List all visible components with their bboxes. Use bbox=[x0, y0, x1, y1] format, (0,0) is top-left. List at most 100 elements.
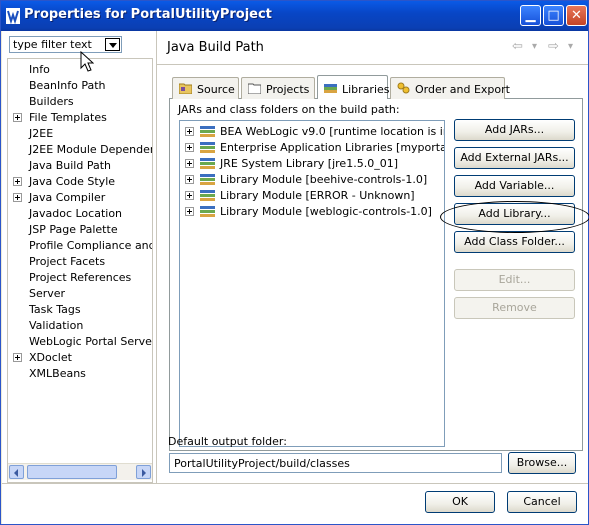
tree-item-label: XDoclet bbox=[29, 351, 72, 364]
forward-dropdown-icon[interactable]: ▾ bbox=[568, 41, 573, 52]
maximize-button[interactable]: □ bbox=[543, 5, 564, 26]
arrow-left-icon bbox=[14, 469, 18, 477]
list-item-label: Library Module [beehive-controls-1.0] bbox=[220, 173, 428, 186]
library-icon bbox=[200, 142, 215, 153]
libraries-list[interactable]: BEA WebLogic v9.0 [runtime location is i… bbox=[179, 120, 445, 447]
expand-icon[interactable] bbox=[13, 177, 22, 186]
output-folder-label: Default output folder: bbox=[168, 435, 287, 448]
tree-horizontal-scrollbar[interactable] bbox=[8, 463, 152, 480]
list-item-label: JRE System Library [jre1.5.0_01] bbox=[220, 157, 398, 170]
tree-item-label: Task Tags bbox=[29, 303, 81, 316]
tree-item-label: File Templates bbox=[29, 111, 107, 124]
tree-item-label: J2EE Module Dependencie bbox=[29, 143, 152, 156]
tree-item-label: Builders bbox=[29, 95, 74, 108]
library-icon bbox=[200, 158, 215, 169]
tree-item-label: Validation bbox=[29, 319, 84, 332]
tree-item-label: J2EE bbox=[29, 127, 54, 140]
cancel-button[interactable]: Cancel bbox=[507, 491, 577, 513]
tree-item-label: Project References bbox=[29, 271, 132, 284]
minimize-button[interactable]: ▁ bbox=[520, 5, 541, 26]
page-title: Java Build Path bbox=[167, 40, 264, 55]
tree-item-label: WebLogic Portal Server S bbox=[29, 335, 153, 348]
edit-button[interactable]: Edit... bbox=[454, 269, 575, 291]
source-folder-icon bbox=[179, 83, 192, 94]
add-class-folder-button[interactable]: Add Class Folder... bbox=[454, 231, 575, 253]
tab-order-and-export[interactable]: Order and Export bbox=[390, 77, 510, 99]
library-icon bbox=[200, 206, 215, 217]
tree-item-label: Java Build Path bbox=[29, 159, 112, 172]
back-icon[interactable]: ⇦ bbox=[512, 39, 523, 54]
expand-icon[interactable] bbox=[13, 113, 22, 122]
tab-projects[interactable]: Projects bbox=[241, 77, 315, 99]
filter-dropdown-button[interactable] bbox=[105, 38, 120, 51]
dialog-body: type filter text Info BeanInfo Path Builde… bbox=[2, 31, 589, 524]
window-title: Properties for PortalUtilityProject bbox=[24, 7, 272, 22]
expand-icon[interactable] bbox=[185, 207, 194, 216]
arrow-right-icon bbox=[142, 469, 146, 477]
add-variable-button[interactable]: Add Variable... bbox=[454, 175, 575, 197]
tree-item-label: Profile Compliance and Va bbox=[29, 239, 152, 252]
tree-item-label: Java Code Style bbox=[29, 175, 116, 188]
library-icon bbox=[200, 174, 215, 185]
property-tree[interactable]: Info BeanInfo Path Builders File Templates J… bbox=[7, 58, 153, 483]
history-navigation: ⇦ ▾ ⇨ ▾ bbox=[512, 39, 584, 55]
tree-item-label: BeanInfo Path bbox=[29, 79, 106, 92]
tab-source-label: Source bbox=[197, 83, 235, 96]
tab-libraries-label: Libraries bbox=[342, 83, 390, 96]
expand-icon[interactable] bbox=[13, 353, 22, 362]
expand-icon[interactable] bbox=[185, 159, 194, 168]
mouse-pointer-icon bbox=[80, 51, 94, 72]
tree-item-label: Project Facets bbox=[29, 255, 106, 268]
ok-button[interactable]: OK bbox=[425, 491, 495, 513]
add-external-jars-button[interactable]: Add External JARs... bbox=[454, 147, 575, 169]
header-separator bbox=[157, 64, 588, 65]
pane-divider[interactable] bbox=[156, 31, 157, 483]
library-icon bbox=[324, 84, 337, 93]
close-icon: ✕ bbox=[571, 8, 582, 23]
remove-button[interactable]: Remove bbox=[454, 297, 575, 319]
expand-icon[interactable] bbox=[13, 193, 22, 202]
scroll-left-button[interactable] bbox=[9, 465, 24, 479]
expand-icon[interactable] bbox=[185, 175, 194, 184]
tree-item-label: XMLBeans bbox=[29, 367, 86, 380]
list-item-label: BEA WebLogic v9.0 [runtime location is i… bbox=[220, 125, 444, 138]
footer-separator bbox=[2, 483, 588, 484]
list-item-label: Enterprise Application Libraries [myport… bbox=[220, 141, 444, 154]
maximize-icon: □ bbox=[547, 8, 560, 23]
list-item-label: Library Module [ERROR - Unknown] bbox=[220, 189, 415, 202]
properties-dialog: Properties for PortalUtilityProject ▁ □ … bbox=[0, 0, 589, 525]
forward-icon[interactable]: ⇨ bbox=[548, 39, 559, 54]
tree-item-label: JSP Page Palette bbox=[29, 223, 118, 236]
tab-source[interactable]: Source bbox=[172, 77, 239, 99]
filter-combo[interactable]: type filter text bbox=[9, 36, 122, 53]
close-button[interactable]: ✕ bbox=[566, 5, 587, 26]
tree-item-label: Server bbox=[29, 287, 66, 300]
tree-item-label: Info bbox=[29, 63, 50, 76]
minimize-icon: ▁ bbox=[525, 8, 536, 23]
scroll-right-button[interactable] bbox=[136, 465, 151, 479]
expand-icon[interactable] bbox=[185, 127, 194, 136]
output-folder-input[interactable] bbox=[170, 454, 501, 472]
expand-icon[interactable] bbox=[185, 191, 194, 200]
tree-item-label: Java Compiler bbox=[29, 191, 106, 204]
expand-icon[interactable] bbox=[185, 143, 194, 152]
tab-order-and-export-label: Order and Export bbox=[415, 83, 510, 96]
library-icon bbox=[200, 190, 215, 201]
tree-item-label: Javadoc Location bbox=[29, 207, 123, 220]
library-icon bbox=[200, 126, 215, 137]
filter-input[interactable]: type filter text bbox=[13, 38, 92, 51]
tab-projects-label: Projects bbox=[266, 83, 310, 96]
tab-libraries[interactable]: Libraries bbox=[317, 75, 390, 99]
browse-button[interactable]: Browse... bbox=[508, 452, 576, 474]
libraries-list-label: JARs and class folders on the build path… bbox=[178, 103, 400, 116]
chevron-down-icon bbox=[109, 43, 117, 48]
app-icon bbox=[6, 8, 20, 24]
list-item-label: Library Module [weblogic-controls-1.0] bbox=[220, 205, 432, 218]
order-export-icon bbox=[397, 82, 410, 94]
scroll-thumb[interactable] bbox=[27, 465, 117, 479]
add-library-button[interactable]: Add Library... bbox=[454, 203, 575, 225]
back-dropdown-icon[interactable]: ▾ bbox=[532, 41, 537, 52]
add-jars-button[interactable]: Add JARs... bbox=[454, 119, 575, 141]
output-folder-field[interactable] bbox=[169, 453, 502, 473]
title-bar[interactable]: Properties for PortalUtilityProject ▁ □ … bbox=[1, 1, 588, 31]
